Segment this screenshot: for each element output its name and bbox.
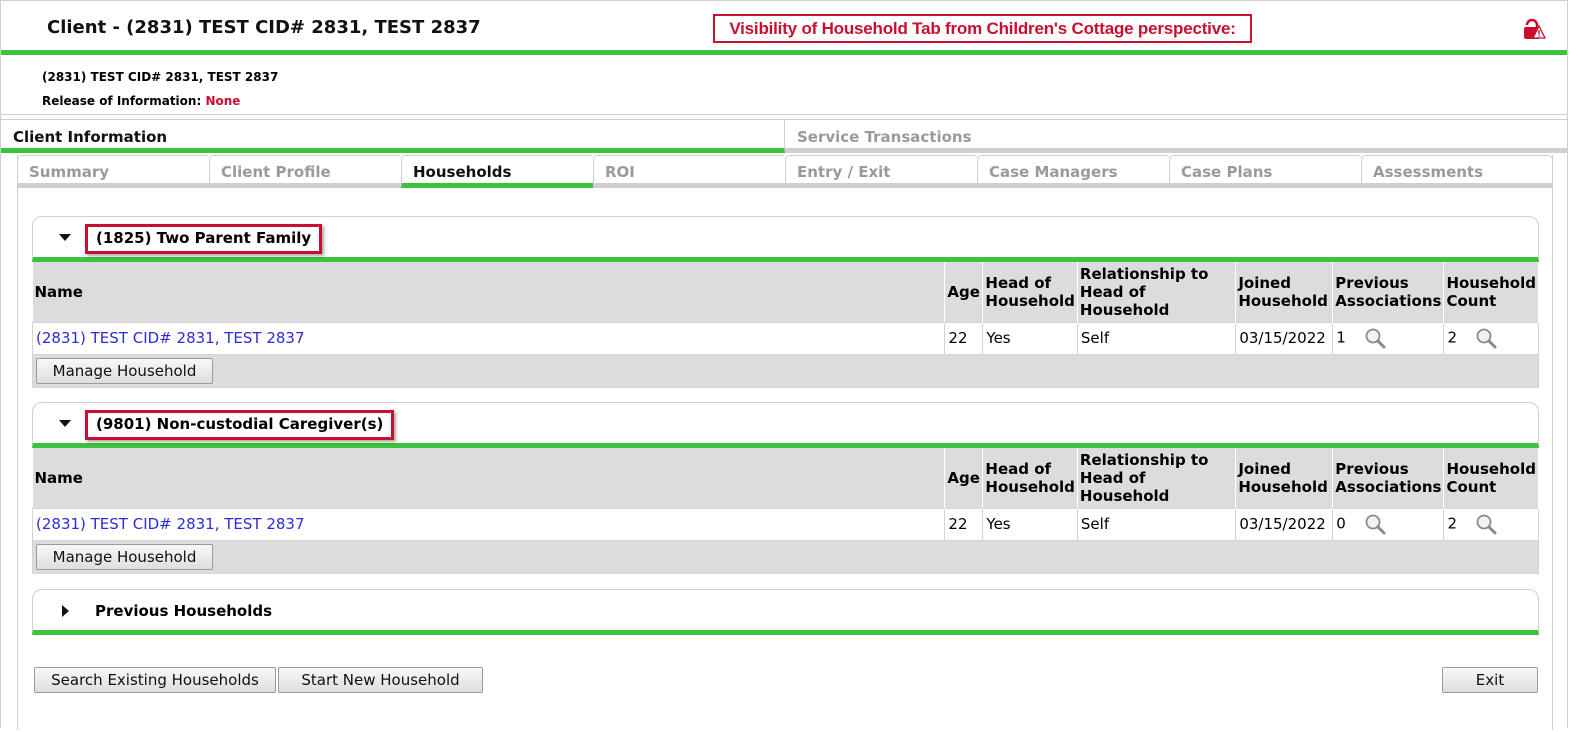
previous-count: 1	[1336, 328, 1346, 347]
previous-count: 0	[1336, 514, 1346, 533]
previous-households-title: Previous Households	[95, 602, 273, 620]
table-header-row: Name Age Head of Household Relationship …	[32, 262, 1539, 322]
previous-households-header[interactable]: Previous Households	[32, 589, 1539, 635]
col-age[interactable]: Age	[944, 448, 984, 508]
relationship-cell: Self	[1076, 321, 1237, 355]
household-members-table: Name Age Head of Household Relationship …	[31, 448, 1539, 541]
joined-cell: 03/15/2022	[1235, 321, 1334, 355]
count-cell: 2	[1443, 507, 1539, 541]
household-count: 2	[1447, 514, 1457, 533]
lock-alert-icon[interactable]	[1522, 17, 1546, 41]
col-name[interactable]: Name	[32, 448, 946, 508]
count-cell: 2	[1443, 321, 1539, 355]
page-header: Client - (2831) TEST CID# 2831, TEST 283…	[1, 1, 1567, 55]
collapse-triangle-icon[interactable]	[59, 234, 71, 241]
col-head[interactable]: Head of Household	[982, 448, 1078, 508]
tab-client-information[interactable]: Client Information	[1, 119, 785, 153]
col-joined[interactable]: Joined Household	[1235, 448, 1334, 508]
manage-household-button[interactable]: Manage Household	[36, 358, 213, 384]
client-name: (2831) TEST CID# 2831, TEST 2837	[42, 70, 279, 84]
tab-assessments[interactable]: Assessments	[1361, 155, 1553, 188]
tab-roi[interactable]: ROI	[593, 155, 786, 188]
exit-button[interactable]: Exit	[1442, 667, 1538, 693]
tab-case-plans[interactable]: Case Plans	[1169, 155, 1362, 188]
client-link[interactable]: (2831) TEST CID# 2831, TEST 2837	[36, 329, 305, 347]
manage-household-button[interactable]: Manage Household	[36, 544, 213, 570]
tab-service-transactions[interactable]: Service Transactions	[785, 119, 1567, 153]
magnifier-icon[interactable]	[1475, 513, 1497, 535]
collapse-triangle-icon[interactable]	[59, 420, 71, 427]
magnifier-icon[interactable]	[1475, 327, 1497, 349]
perspective-banner: Visibility of Household Tab from Childre…	[713, 14, 1252, 43]
col-relationship[interactable]: Relationship to Head of Household	[1077, 262, 1237, 322]
client-link[interactable]: (2831) TEST CID# 2831, TEST 2837	[36, 515, 305, 533]
tab-households[interactable]: Households	[401, 155, 594, 188]
household-title: (1825) Two Parent Family	[85, 224, 323, 254]
magnifier-icon[interactable]	[1364, 513, 1386, 535]
age-cell: 22	[944, 507, 984, 541]
previous-cell: 1	[1332, 321, 1445, 355]
search-existing-households-button[interactable]: Search Existing Households	[34, 667, 276, 693]
table-row: (2831) TEST CID# 2831, TEST 2837 22 Yes …	[31, 321, 1539, 355]
tab-summary[interactable]: Summary	[17, 155, 210, 188]
col-joined[interactable]: Joined Household	[1235, 262, 1334, 322]
roi-line: Release of Information: None	[42, 94, 240, 108]
age-cell: 22	[944, 321, 984, 355]
joined-cell: 03/15/2022	[1235, 507, 1334, 541]
col-name[interactable]: Name	[32, 262, 946, 322]
previous-cell: 0	[1332, 507, 1445, 541]
household-section-header[interactable]: (9801) Non-custodial Caregiver(s)	[32, 402, 1539, 448]
head-cell: Yes	[982, 321, 1078, 355]
col-count[interactable]: Household Count	[1443, 448, 1539, 508]
household-title: (9801) Non-custodial Caregiver(s)	[85, 410, 395, 440]
roi-value: None	[205, 94, 241, 108]
household-section-header[interactable]: (1825) Two Parent Family	[32, 216, 1539, 262]
col-head[interactable]: Head of Household	[982, 262, 1078, 322]
col-count[interactable]: Household Count	[1443, 262, 1539, 322]
tab-entry-exit[interactable]: Entry / Exit	[785, 155, 978, 188]
tab-case-managers[interactable]: Case Managers	[977, 155, 1170, 188]
tab-client-profile[interactable]: Client Profile	[209, 155, 402, 188]
client-summary: (2831) TEST CID# 2831, TEST 2837 Release…	[1, 60, 1567, 115]
col-previous[interactable]: Previous Associations	[1332, 262, 1445, 322]
roi-label: Release of Information:	[42, 94, 206, 108]
col-age[interactable]: Age	[944, 262, 984, 322]
household-members-table: Name Age Head of Household Relationship …	[31, 262, 1539, 355]
table-header-row: Name Age Head of Household Relationship …	[32, 448, 1539, 508]
expand-triangle-icon[interactable]	[62, 605, 69, 617]
table-row: (2831) TEST CID# 2831, TEST 2837 22 Yes …	[31, 507, 1539, 541]
col-previous[interactable]: Previous Associations	[1332, 448, 1445, 508]
household-actions: Manage Household	[32, 354, 1539, 388]
page-title: Client - (2831) TEST CID# 2831, TEST 283…	[47, 17, 481, 38]
start-new-household-button[interactable]: Start New Household	[278, 667, 483, 693]
col-relationship[interactable]: Relationship to Head of Household	[1077, 448, 1237, 508]
household-actions: Manage Household	[32, 540, 1539, 574]
household-count: 2	[1447, 328, 1457, 347]
relationship-cell: Self	[1076, 507, 1237, 541]
head-cell: Yes	[982, 507, 1078, 541]
magnifier-icon[interactable]	[1364, 327, 1386, 349]
